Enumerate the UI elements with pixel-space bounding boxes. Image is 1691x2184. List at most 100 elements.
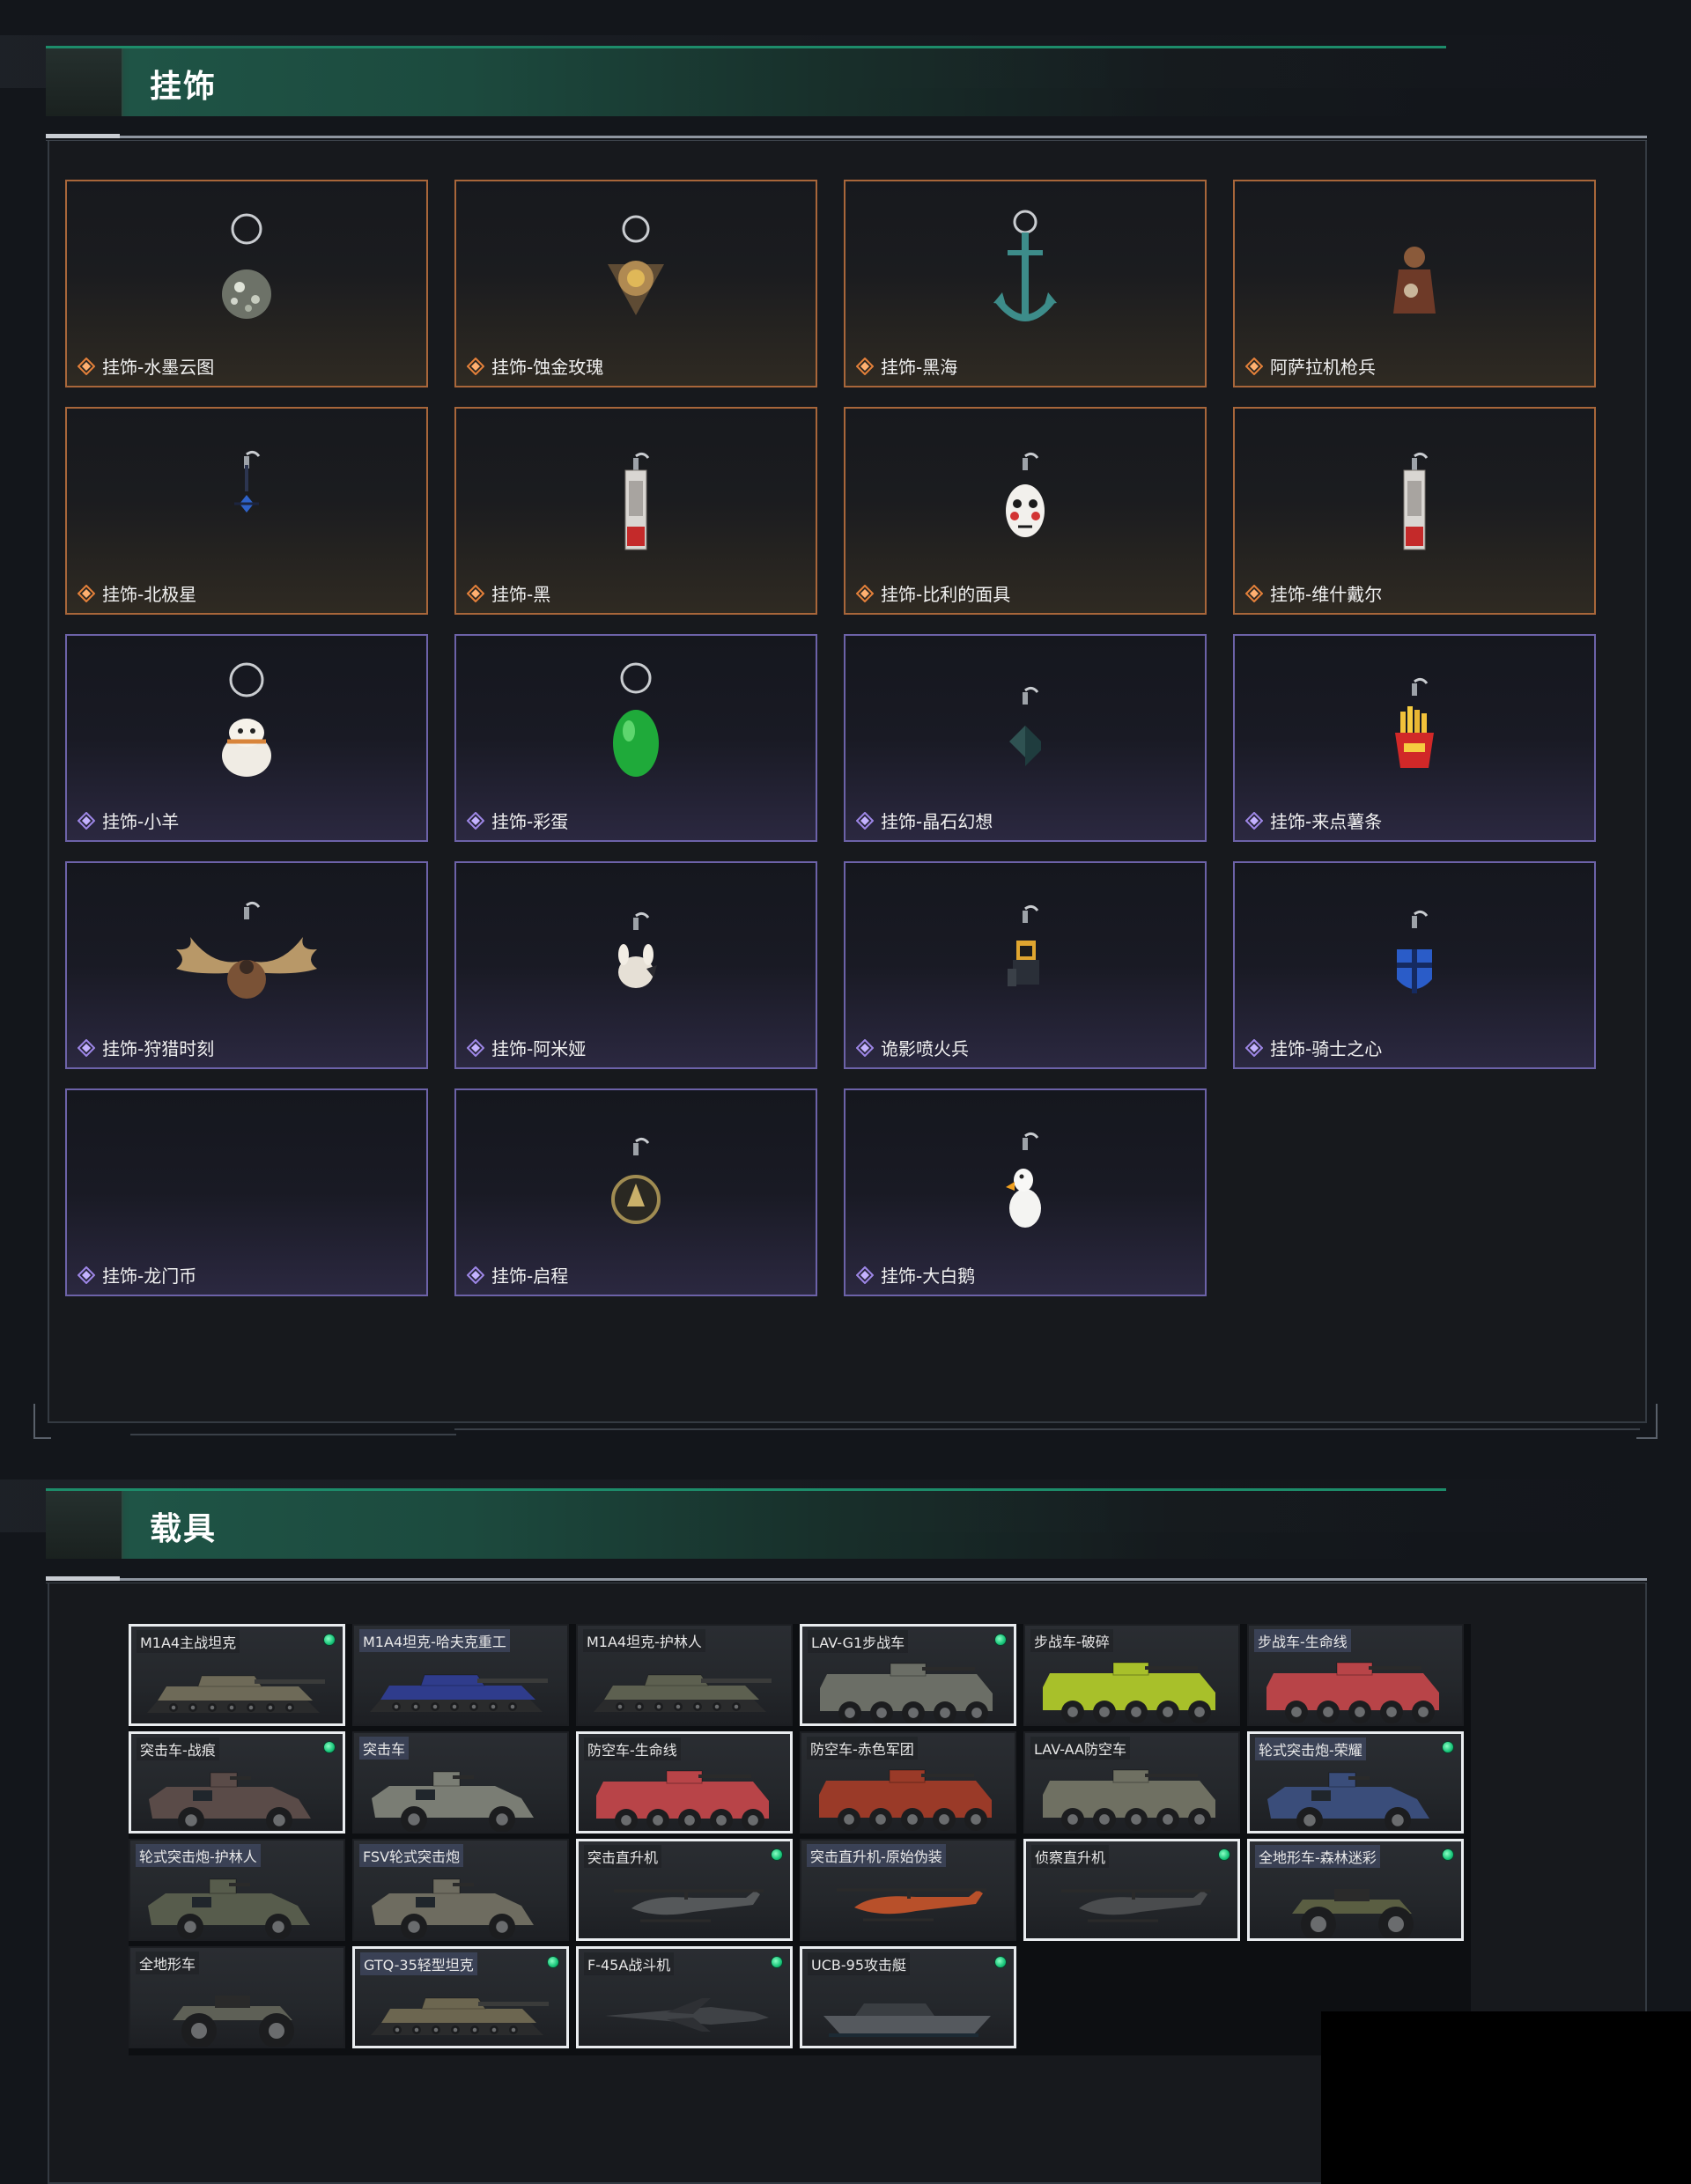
vehicle-tile[interactable]: UCB-95攻击艇 bbox=[800, 1946, 1016, 2048]
pendant-card[interactable]: 阿萨拉机枪兵 bbox=[1233, 180, 1596, 387]
pendant-card[interactable]: 挂饰-小羊 bbox=[65, 634, 428, 842]
pendant-card[interactable]: 挂饰-黑 bbox=[454, 407, 817, 615]
vehicle-tile[interactable]: M1A4坦克-护林人 bbox=[576, 1624, 793, 1726]
vehicles-section-title: 载具 bbox=[150, 1511, 218, 1547]
vehicle-tile[interactable]: 突击直升机-原始伪装 bbox=[800, 1839, 1016, 1941]
owned-status-dot-icon bbox=[547, 1956, 559, 1968]
crystal-cube-icon bbox=[846, 648, 1205, 798]
pendant-card[interactable]: 挂饰-黑海 bbox=[844, 180, 1207, 387]
vehicle-tile[interactable]: 防空车-赤色军团 bbox=[800, 1731, 1016, 1834]
pendant-card[interactable]: 挂饰-大白鹅 bbox=[844, 1088, 1207, 1296]
pendant-image-empty bbox=[67, 1103, 426, 1252]
vehicle-name: GTQ-35轻型坦克 bbox=[360, 1952, 477, 1975]
pendant-label-row: 挂饰-骑士之心 bbox=[1244, 1035, 1383, 1060]
vehicle-tile[interactable]: F-45A战斗机 bbox=[576, 1946, 793, 2048]
pendant-card[interactable]: 挂饰-蚀金玫瑰 bbox=[454, 180, 817, 387]
vehicle-name: UCB-95攻击艇 bbox=[808, 1952, 910, 1975]
rarity-diamond-icon bbox=[466, 584, 485, 602]
vehicle-tile[interactable]: 步战车-生命线 bbox=[1247, 1624, 1464, 1726]
pendant-card[interactable]: 挂饰-水墨云图 bbox=[65, 180, 428, 387]
vehicle-name: 轮式突击炮-荣耀 bbox=[1255, 1738, 1366, 1760]
knight-shield-icon bbox=[1235, 875, 1594, 1025]
pendant-label-row: 挂饰-龙门币 bbox=[77, 1262, 197, 1288]
vehicle-tile[interactable]: 全地形车 bbox=[129, 1946, 345, 2048]
vehicle-tile[interactable]: 突击直升机 bbox=[576, 1839, 793, 1941]
vehicle-tile[interactable]: 防空车-生命线 bbox=[576, 1731, 793, 1834]
header-decor-block bbox=[46, 48, 123, 116]
vehicle-tile[interactable]: 突击车-战痕 bbox=[129, 1731, 345, 1834]
pendant-label-row: 阿萨拉机枪兵 bbox=[1244, 353, 1376, 379]
rarity-diamond-icon bbox=[466, 1265, 485, 1284]
pendant-card[interactable]: 挂饰-北极星 bbox=[65, 407, 428, 615]
pendant-name: 挂饰-维什戴尔 bbox=[1270, 584, 1383, 605]
gunner-figure-icon bbox=[1235, 194, 1594, 343]
vehicle-tile[interactable]: GTQ-35轻型坦克 bbox=[352, 1946, 569, 2048]
pendant-card[interactable]: 挂饰-启程 bbox=[454, 1088, 817, 1296]
pendant-name: 挂饰-北极星 bbox=[102, 584, 197, 605]
vehicle-name: 突击直升机-原始伪装 bbox=[807, 1844, 946, 1867]
pendant-name: 挂饰-狩猎时刻 bbox=[102, 1038, 215, 1059]
pendant-label-row: 挂饰-阿米娅 bbox=[466, 1035, 587, 1060]
card-tag-icon bbox=[1235, 421, 1594, 571]
pendant-card[interactable]: 挂饰-彩蛋 bbox=[454, 634, 817, 842]
pendant-label-row: 挂饰-来点薯条 bbox=[1244, 808, 1382, 833]
vehicle-tile[interactable]: M1A4主战坦克 bbox=[129, 1624, 345, 1726]
pendant-card[interactable]: 挂饰-狩猎时刻 bbox=[65, 861, 428, 1069]
vehicle-tile[interactable]: LAV-AA防空车 bbox=[1023, 1731, 1240, 1834]
pendant-label-row: 挂饰-启程 bbox=[466, 1262, 569, 1288]
rarity-diamond-icon bbox=[77, 811, 96, 830]
vehicle-tile[interactable]: 全地形车-森林迷彩 bbox=[1247, 1839, 1464, 1941]
egg-icon bbox=[456, 648, 816, 798]
pendant-name: 阿萨拉机枪兵 bbox=[1270, 357, 1376, 378]
pendant-name: 诡影喷火兵 bbox=[881, 1038, 969, 1059]
pendant-name: 挂饰-阿米娅 bbox=[491, 1038, 587, 1059]
vehicle-tile[interactable]: M1A4坦克-哈夫克重工 bbox=[352, 1624, 569, 1726]
vehicle-name: LAV-G1步战车 bbox=[808, 1630, 909, 1653]
vehicle-name: 全地形车-森林迷彩 bbox=[1255, 1845, 1380, 1868]
pendant-name: 挂饰-晶石幻想 bbox=[881, 811, 993, 832]
pendant-card[interactable]: 挂饰-骑士之心 bbox=[1233, 861, 1596, 1069]
rarity-diamond-icon bbox=[77, 1038, 96, 1057]
rarity-diamond-icon bbox=[855, 584, 875, 602]
rarity-diamond-icon bbox=[466, 1038, 485, 1057]
fries-icon bbox=[1235, 648, 1594, 798]
pendants-section-title: 挂饰 bbox=[150, 69, 218, 105]
pendant-label-row: 诡影喷火兵 bbox=[855, 1035, 969, 1060]
vehicle-tile[interactable]: 步战车-破碎 bbox=[1023, 1624, 1240, 1726]
vehicle-name: M1A4坦克-护林人 bbox=[583, 1629, 705, 1652]
header-decor-block bbox=[46, 1491, 123, 1559]
rarity-diamond-icon bbox=[1244, 584, 1264, 602]
pendant-card[interactable]: 诡影喷火兵 bbox=[844, 861, 1207, 1069]
vehicle-tile[interactable]: 突击车 bbox=[352, 1731, 569, 1834]
rose-emblem-icon bbox=[456, 194, 816, 343]
vehicle-name: 防空车-赤色军团 bbox=[807, 1737, 918, 1760]
vehicle-name: 步战车-生命线 bbox=[1254, 1629, 1351, 1652]
vehicle-name: 全地形车 bbox=[136, 1952, 200, 1974]
bunny-icon bbox=[456, 875, 816, 1025]
vehicle-tile[interactable]: FSV轮式突击炮 bbox=[352, 1839, 569, 1941]
rarity-diamond-icon bbox=[1244, 811, 1264, 830]
pendant-name: 挂饰-黑 bbox=[491, 584, 551, 605]
vehicle-name: 侦察直升机 bbox=[1031, 1845, 1110, 1868]
pendant-card[interactable]: 挂饰-晶石幻想 bbox=[844, 634, 1207, 842]
moose-antler-icon bbox=[67, 875, 426, 1025]
pendant-name: 挂饰-大白鹅 bbox=[881, 1265, 976, 1287]
pendant-card[interactable]: 挂饰-龙门币 bbox=[65, 1088, 428, 1296]
owned-status-dot-icon bbox=[323, 1741, 336, 1753]
vehicle-tile[interactable]: 侦察直升机 bbox=[1023, 1839, 1240, 1941]
pendant-label-row: 挂饰-晶石幻想 bbox=[855, 808, 993, 833]
pendant-card[interactable]: 挂饰-比利的面具 bbox=[844, 407, 1207, 615]
pendant-card[interactable]: 挂饰-来点薯条 bbox=[1233, 634, 1596, 842]
rarity-diamond-icon bbox=[466, 357, 485, 375]
goose-icon bbox=[846, 1103, 1205, 1252]
pendant-name: 挂饰-启程 bbox=[491, 1265, 569, 1287]
pendant-card[interactable]: 挂饰-维什戴尔 bbox=[1233, 407, 1596, 615]
pendant-name: 挂饰-骑士之心 bbox=[1270, 1038, 1383, 1059]
pendant-card[interactable]: 挂饰-阿米娅 bbox=[454, 861, 817, 1069]
vehicle-tile[interactable]: 轮式突击炮-护林人 bbox=[129, 1839, 345, 1941]
vehicle-tile[interactable]: 轮式突击炮-荣耀 bbox=[1247, 1731, 1464, 1834]
pendant-name: 挂饰-龙门币 bbox=[102, 1265, 197, 1287]
pendant-label-row: 挂饰-水墨云图 bbox=[77, 353, 214, 379]
rarity-diamond-icon bbox=[855, 1038, 875, 1057]
vehicle-tile[interactable]: LAV-G1步战车 bbox=[800, 1624, 1016, 1726]
